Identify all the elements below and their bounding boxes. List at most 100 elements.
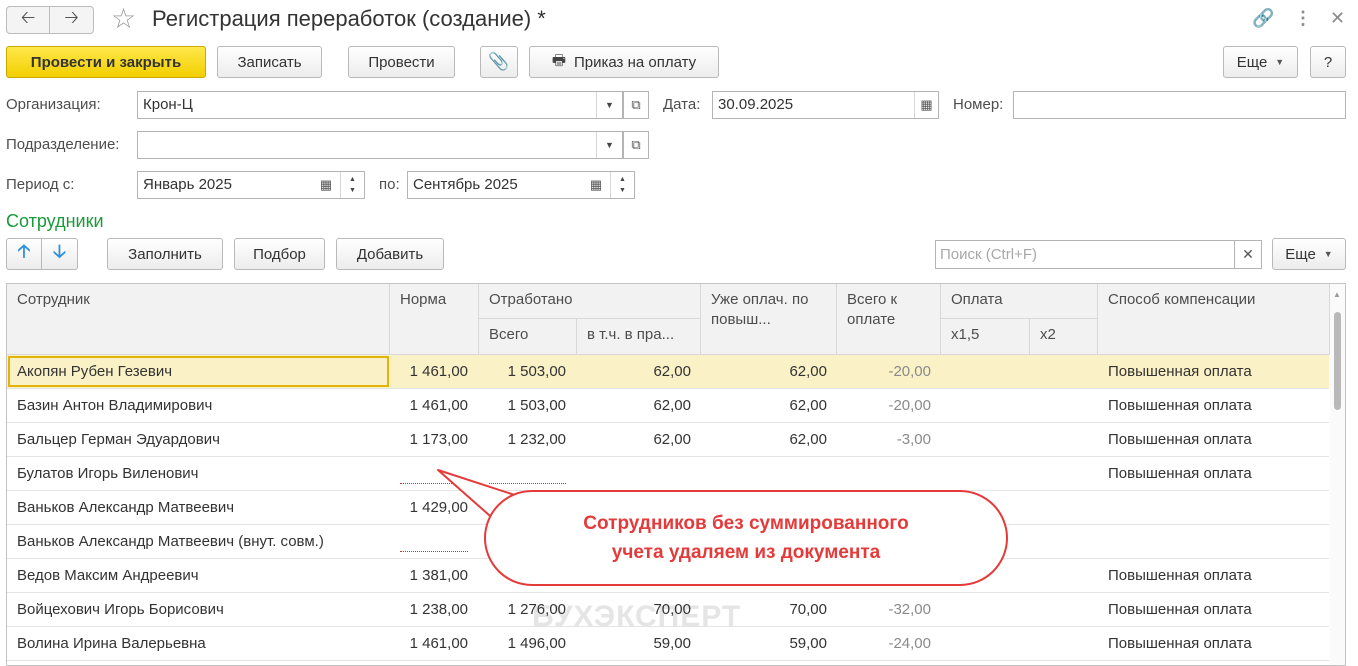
cell-employee: Войцехович Игорь Борисович [17,601,224,618]
col-employee[interactable]: Сотрудник [7,284,390,355]
cell-worked-total: 1 232,00 [507,431,566,448]
back-button[interactable]: 🡠 [6,6,50,34]
period-from-field[interactable]: Январь 2025 ▦ ▲ ▼ [137,171,365,199]
cell-norm: 1 461,00 [409,363,468,380]
employees-table: Сотрудник Норма Отработано Всего в т.ч. … [6,283,1346,666]
cell-total-to-pay: -20,00 [888,397,931,414]
col-worked-total[interactable]: Всего [479,319,577,355]
cell-worked-total: 1 496,00 [507,635,566,652]
printer-icon: 🖶 [551,51,566,69]
table-row[interactable]: Войцехович Игорь Борисович 1 238,00 1 276,… [7,593,1329,627]
cell-norm: 1 381,00 [409,567,468,584]
calendar-icon[interactable]: ▦ [314,172,338,198]
cell-already-paid: 62,00 [789,397,827,414]
move-down-button[interactable]: 🡣 [42,238,78,270]
cell-employee: Ваньков Александр Матвеевич [17,499,235,516]
open-organization-button[interactable]: ⧉ [623,91,649,119]
cell-worked-holidays: 70,00 [653,601,691,618]
department-field[interactable]: ▼ [137,131,623,159]
cell-employee: Ведов Максим Андреевич [17,567,199,584]
col-x2[interactable]: х2 [1030,319,1098,355]
table-row[interactable]: Базин Антон Владимирович 1 461,00 1 503,00… [7,389,1329,423]
scrollbar[interactable]: ▲ [1330,284,1345,665]
cell-compensation: Повышенная оплата [1108,397,1252,414]
date-field[interactable]: 30.09.2025 ▦ [712,91,939,119]
table-more-button[interactable]: Еще ▼ [1272,238,1346,270]
more-vertical-icon[interactable]: ⋮ [1294,8,1312,29]
department-label: Подразделение: [6,136,120,153]
number-field[interactable] [1013,91,1346,119]
open-icon: ⧉ [631,97,641,112]
table-row[interactable]: Волина Ирина Валерьевна 1 461,00 1 496,00 5… [7,627,1329,661]
save-button[interactable]: Записать [217,46,322,78]
calendar-icon[interactable]: ▦ [584,172,608,198]
calendar-icon[interactable]: ▦ [914,92,938,118]
cell-compensation: Повышенная оплата [1108,567,1252,584]
clear-search-icon[interactable]: ✕ [1235,240,1262,269]
callout: Сотрудников без суммированного учета уда… [484,490,1008,586]
search-input[interactable]: Поиск (Ctrl+F) [935,240,1235,269]
table-more-label: Еще [1285,245,1316,263]
forward-button[interactable]: 🡢 [50,6,94,34]
organization-value: Крон-Ц [143,96,193,113]
col-compensation[interactable]: Способ компенсации [1098,284,1330,355]
cell-norm: 1 173,00 [409,431,468,448]
period-to-value: Сентябрь 2025 [413,176,518,193]
cell-compensation [1108,491,1323,524]
fill-button[interactable]: Заполнить [107,238,223,270]
add-button[interactable]: Добавить [336,238,444,270]
cell-already-paid: 62,00 [789,363,827,380]
cell-total-to-pay: -3,00 [896,431,931,448]
page-title: Регистрация переработок (создание) * [152,6,546,31]
table-row[interactable]: Акопян Рубен Гезевич 1 461,00 1 503,00 62,0… [7,355,1329,389]
missing-value-marker [400,551,468,552]
dropdown-icon[interactable]: ▼ [596,92,622,118]
organization-field[interactable]: Крон-Ц ▼ [137,91,623,119]
scrollbar-thumb[interactable] [1334,312,1341,410]
payment-order-button[interactable]: 🖶 Приказ на оплату [529,46,719,78]
table-row[interactable]: Булатов Игорь Виленович Повышенная оплата [7,457,1329,491]
arrow-right-icon: 🡢 [64,7,79,27]
help-button[interactable]: ? [1310,46,1346,78]
link-icon[interactable]: 🔗 [1252,8,1274,29]
period-from-label: Период с: [6,176,75,193]
paperclip-icon: 📎 [488,52,510,71]
spinner-icon[interactable]: ▲ ▼ [340,172,364,198]
col-total-to-pay[interactable]: Всего к оплате [837,284,941,355]
period-to-field[interactable]: Сентябрь 2025 ▦ ▲ ▼ [407,171,635,199]
post-button[interactable]: Провести [348,46,455,78]
star-icon[interactable]: ☆ [111,4,136,34]
date-label: Дата: [663,96,701,113]
col-already-paid[interactable]: Уже оплач. по повыш... [701,284,837,355]
col-x15[interactable]: х1,5 [941,319,1030,355]
dropdown-icon[interactable]: ▼ [596,132,622,158]
pick-button[interactable]: Подбор [234,238,325,270]
spinner-icon[interactable]: ▲ ▼ [610,172,634,198]
callout-line-2: учета удаляем из документа [611,542,881,563]
cell-total-to-pay: -32,00 [888,601,931,618]
cell-employee: Булатов Игорь Виленович [17,465,199,482]
col-worked[interactable]: Отработано [479,284,701,319]
col-worked-holidays[interactable]: в т.ч. в пра... [577,319,701,355]
close-icon[interactable]: ✕ [1330,8,1345,29]
scroll-up-icon[interactable]: ▲ [1333,290,1341,299]
move-up-button[interactable]: 🡡 [6,238,42,270]
cell-worked-total: 1 503,00 [507,363,566,380]
col-payment[interactable]: Оплата [941,284,1098,319]
cell-worked-holidays [577,457,691,490]
col-norm[interactable]: Норма [390,284,479,355]
post-and-close-button[interactable]: Провести и закрыть [6,46,206,78]
more-button[interactable]: Еще ▼ [1223,46,1298,78]
attach-button[interactable]: 📎 [480,46,518,78]
cell-worked-total: 1 503,00 [507,397,566,414]
open-department-button[interactable]: ⧉ [623,131,649,159]
employees-section-title: Сотрудники [6,211,104,231]
cell-worked-holidays: 62,00 [653,397,691,414]
cell-employee: Бальцер Герман Эдуардович [17,431,220,448]
period-from-value: Январь 2025 [143,176,232,193]
caret-down-icon: ▼ [1275,57,1285,67]
cell-total-to-pay [837,457,931,490]
date-value: 30.09.2025 [718,96,794,113]
table-row[interactable]: Бальцер Герман Эдуардович 1 173,00 1 232,0… [7,423,1329,457]
organization-label: Организация: [6,96,101,113]
